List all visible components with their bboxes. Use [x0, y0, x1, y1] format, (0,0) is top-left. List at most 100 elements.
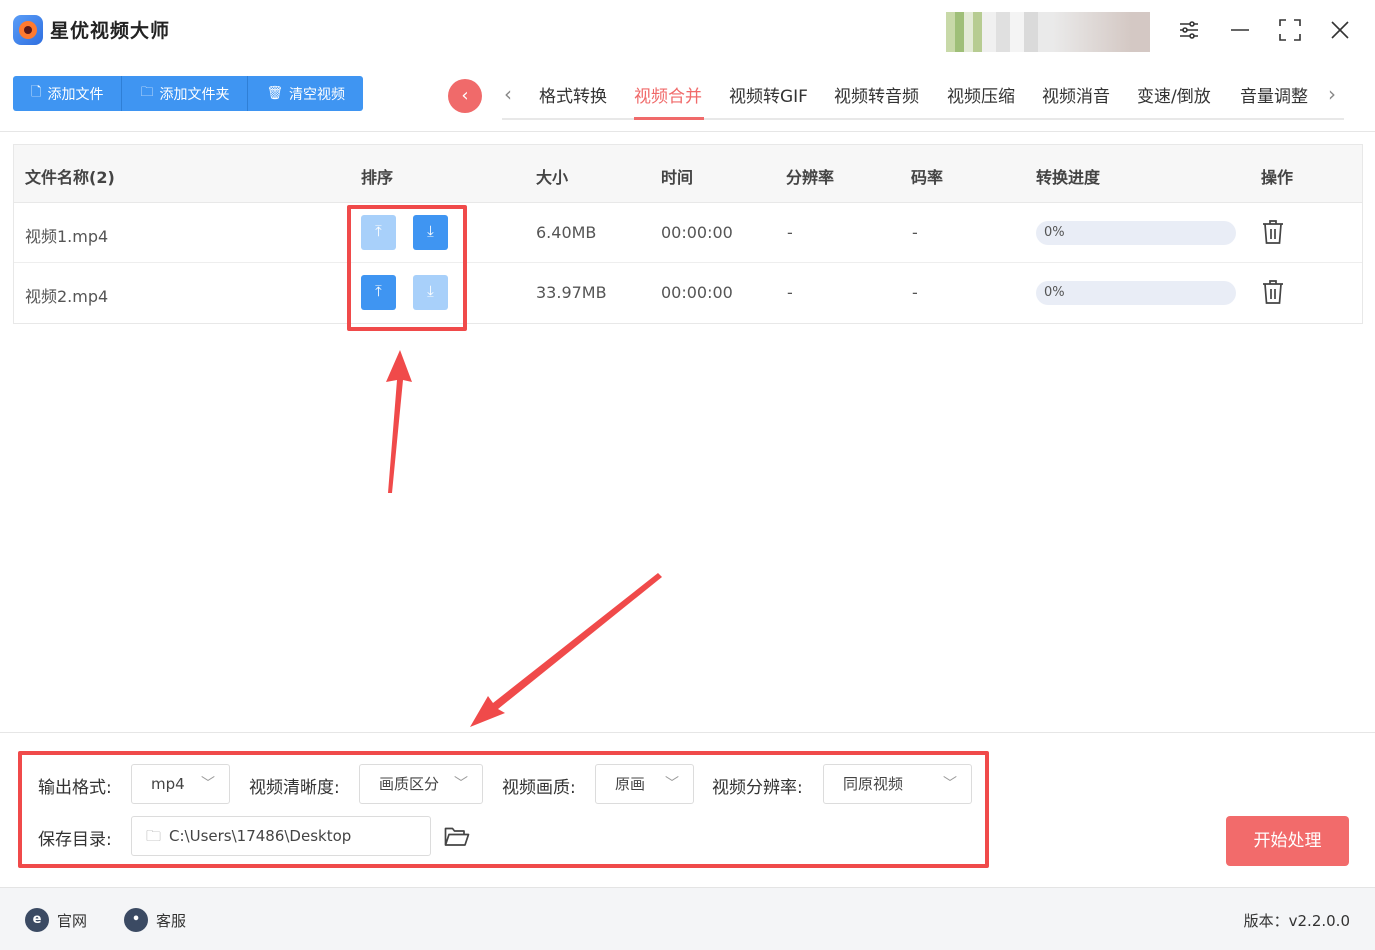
file-resolution: - — [787, 283, 793, 302]
add-file-label: 添加文件 — [47, 86, 104, 103]
browser-e-icon: e — [25, 908, 49, 932]
video-quality-select[interactable]: 原画 ﹀ — [595, 764, 694, 804]
website-label: 官网 — [57, 911, 88, 930]
chevron-down-icon: ﹀ — [454, 776, 468, 792]
arrow-up-icon: ⤒ — [375, 222, 382, 240]
add-folder-label: 添加文件夹 — [159, 86, 230, 103]
output-format-select[interactable]: mp4 ﹀ — [131, 764, 230, 804]
delete-icon[interactable] — [1262, 279, 1284, 305]
table-header: 文件名称(2) 排序 大小 时间 分辨率 码率 转换进度 操作 — [14, 145, 1362, 203]
tabs-scroll-left-icon[interactable]: ‹ — [504, 82, 512, 106]
chat-bubble-icon: • — [124, 908, 148, 932]
app-logo-icon — [13, 15, 43, 45]
customer-service-link[interactable]: • 客服 — [124, 908, 186, 932]
chevron-down-icon: ﹀ — [665, 776, 679, 792]
user-avatar — [946, 12, 982, 52]
user-name-blurred — [982, 12, 1150, 52]
arrow-up-icon: ⤒ — [375, 282, 382, 300]
tab-video-mute[interactable]: 视频消音 — [1042, 82, 1110, 107]
status-bar: e 官网 • 客服 版本：v2.2.0.0 — [0, 887, 1375, 950]
file-time: 00:00:00 — [661, 223, 733, 242]
clear-videos-button[interactable]: 🗑 清空视频 — [248, 76, 363, 111]
feature-tabs: ‹ 格式转换 视频合并 视频转GIF 视频转音频 视频压缩 视频消音 变速/倒放… — [502, 74, 1344, 120]
save-dir-label: 保存目录: — [38, 830, 112, 850]
toolbar: 🗋 添加文件 🗀 添加文件夹 🗑 清空视频 ‹ ‹ 格式转换 视频合并 视频转G… — [0, 62, 1375, 132]
close-icon[interactable] — [1325, 14, 1355, 46]
video-quality-label: 视频画质: — [502, 778, 576, 798]
back-button[interactable]: ‹ — [448, 79, 482, 113]
header-sort: 排序 — [361, 168, 394, 187]
file-size: 6.40MB — [536, 223, 597, 242]
tab-video-to-audio[interactable]: 视频转音频 — [834, 82, 919, 107]
clear-videos-label: 清空视频 — [288, 86, 345, 103]
tab-speed-reverse[interactable]: 变速/倒放 — [1137, 82, 1211, 107]
video-resolution-label: 视频分辨率: — [712, 778, 803, 798]
move-down-button[interactable]: ⤓ — [413, 275, 448, 310]
app-title: 星优视频大师 — [50, 20, 171, 42]
version-text: 版本：v2.2.0.0 — [1243, 912, 1350, 930]
save-dir-value: C:\Users\17486\Desktop — [169, 827, 352, 845]
file-table: 文件名称(2) 排序 大小 时间 分辨率 码率 转换进度 操作 视频1.mp4 … — [13, 144, 1363, 324]
add-file-button[interactable]: 🗋 添加文件 — [13, 76, 123, 111]
header-time: 时间 — [661, 168, 694, 187]
video-clarity-label: 视频清晰度: — [249, 778, 340, 798]
website-link[interactable]: e 官网 — [25, 908, 87, 932]
header-bitrate: 码率 — [911, 168, 944, 187]
user-account-blurred[interactable] — [946, 12, 1150, 52]
file-button-group: 🗋 添加文件 🗀 添加文件夹 🗑 清空视频 — [13, 76, 363, 111]
tab-volume-adjust[interactable]: 音量调整 — [1240, 82, 1308, 107]
folder-icon: 🗀 — [140, 84, 154, 100]
header-size: 大小 — [536, 168, 569, 187]
header-progress: 转换进度 — [1036, 168, 1101, 187]
move-up-button[interactable]: ⤒ — [361, 215, 396, 250]
settings-sliders-icon[interactable] — [1174, 14, 1204, 46]
header-action: 操作 — [1261, 168, 1294, 187]
output-format-label: 输出格式: — [38, 778, 112, 798]
header-resolution: 分辨率 — [786, 168, 835, 187]
video-clarity-value: 画质区分 — [379, 775, 440, 793]
move-down-button[interactable]: ⤓ — [413, 215, 448, 250]
arrow-down-icon: ⤓ — [427, 282, 434, 300]
output-settings-panel: 输出格式: mp4 ﹀ 视频清晰度: 画质区分 ﹀ 视频画质: 原画 ﹀ 视频分… — [0, 732, 1375, 887]
move-up-button[interactable]: ⤒ — [361, 275, 396, 310]
add-folder-button[interactable]: 🗀 添加文件夹 — [122, 76, 249, 111]
table-row: 视频1.mp4 ⤒ ⤓ 6.40MB 00:00:00 - - 0% — [14, 203, 1362, 263]
chevron-down-icon: ﹀ — [943, 776, 957, 792]
tab-video-compress[interactable]: 视频压缩 — [947, 82, 1015, 107]
file-bitrate: - — [912, 283, 918, 302]
progress-bar: 0% — [1036, 221, 1236, 245]
file-list-area: 文件名称(2) 排序 大小 时间 分辨率 码率 转换进度 操作 视频1.mp4 … — [0, 132, 1375, 732]
table-row: 视频2.mp4 ⤒ ⤓ 33.97MB 00:00:00 - - 0% — [14, 263, 1362, 323]
start-processing-button[interactable]: 开始处理 — [1226, 816, 1349, 866]
title-bar: 星优视频大师 — [0, 0, 1375, 62]
folder-small-icon: 🗀 — [146, 827, 162, 845]
file-bitrate: - — [912, 223, 918, 242]
arrow-down-icon: ⤓ — [427, 222, 434, 240]
file-icon: 🗋 — [31, 84, 42, 100]
file-time: 00:00:00 — [661, 283, 733, 302]
minimize-icon[interactable] — [1225, 14, 1255, 46]
output-format-value: mp4 — [151, 775, 185, 793]
file-name: 视频2.mp4 — [25, 287, 109, 306]
file-size: 33.97MB — [536, 283, 607, 302]
file-resolution: - — [787, 223, 793, 242]
service-label: 客服 — [156, 911, 187, 930]
progress-bar: 0% — [1036, 281, 1236, 305]
video-quality-value: 原画 — [615, 775, 646, 793]
video-resolution-value: 同原视频 — [843, 775, 904, 793]
file-name: 视频1.mp4 — [25, 227, 109, 246]
maximize-icon[interactable] — [1275, 14, 1305, 46]
delete-icon[interactable] — [1262, 219, 1284, 245]
tabs-scroll-right-icon[interactable]: › — [1328, 82, 1336, 106]
tab-video-to-gif[interactable]: 视频转GIF — [729, 82, 808, 107]
trash-icon: 🗑 — [266, 86, 283, 101]
tab-format-convert[interactable]: 格式转换 — [539, 82, 607, 107]
header-filename: 文件名称(2) — [25, 168, 115, 187]
save-dir-input[interactable]: 🗀 C:\Users\17486\Desktop — [131, 816, 431, 856]
tab-video-merge[interactable]: 视频合并 — [634, 82, 702, 107]
active-tab-indicator — [634, 117, 704, 120]
video-resolution-select[interactable]: 同原视频 ﹀ — [823, 764, 972, 804]
video-clarity-select[interactable]: 画质区分 ﹀ — [359, 764, 483, 804]
browse-folder-icon[interactable] — [444, 826, 470, 848]
chevron-down-icon: ﹀ — [201, 776, 215, 792]
